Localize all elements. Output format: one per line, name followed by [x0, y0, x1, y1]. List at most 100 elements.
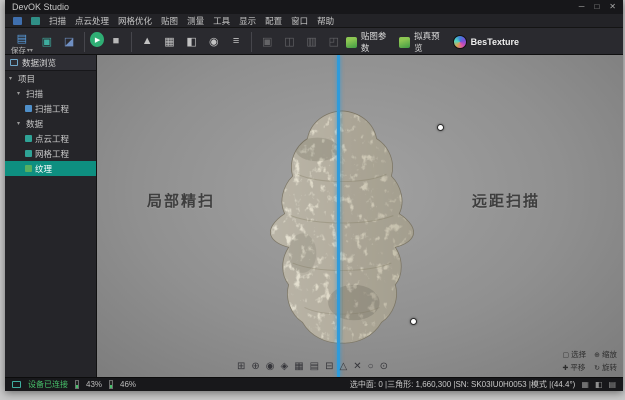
- disabled-tool-button: [257, 29, 277, 53]
- fill-holes-button[interactable]: [204, 29, 224, 53]
- disabled-tool-button: [302, 29, 322, 53]
- mesh-button[interactable]: [137, 29, 157, 53]
- quick-access-icon[interactable]: [31, 17, 40, 25]
- save-icon: [11, 29, 33, 47]
- menu-item[interactable]: 配置: [265, 15, 282, 27]
- menu-item[interactable]: 工具: [213, 15, 230, 27]
- tree-item-mesh-project[interactable]: 网格工程: [5, 146, 96, 161]
- right-scan-label: 远距扫描: [472, 190, 540, 211]
- viewport-tool-icon[interactable]: ⊟: [325, 361, 333, 373]
- smooth-button[interactable]: [226, 29, 246, 53]
- maximize-button[interactable]: □: [594, 0, 599, 14]
- menu-item[interactable]: 点云处理: [75, 15, 109, 27]
- viewport-tool-icon[interactable]: ▦: [294, 361, 303, 373]
- export-button[interactable]: [59, 29, 79, 53]
- menu-item[interactable]: 帮助: [317, 15, 334, 27]
- mesh-icon: [25, 150, 32, 157]
- close-button[interactable]: ✕: [609, 0, 616, 14]
- sidebar: 数据浏览 项目 扫描 扫描工程 数据 点云工程: [5, 55, 97, 377]
- grid-button[interactable]: [159, 29, 179, 53]
- expand-caret-icon[interactable]: [17, 90, 23, 97]
- scanned-model[interactable]: [263, 105, 421, 347]
- viewport-tool-icon[interactable]: ▤: [310, 361, 319, 373]
- control-point[interactable]: [437, 124, 444, 131]
- grid-status-icon[interactable]: ▦: [581, 380, 589, 389]
- start-scan-button[interactable]: [90, 32, 104, 47]
- window-controls: ─ □ ✕: [579, 0, 616, 14]
- menu-item[interactable]: 贴图: [161, 15, 178, 27]
- realistic-preview-icon: [399, 37, 410, 48]
- viewport-tool-icon[interactable]: ◈: [281, 361, 289, 373]
- nav-hint[interactable]: ▢ 选择: [563, 349, 587, 360]
- comparison-divider-line[interactable]: [337, 55, 340, 377]
- device-status: 设备已连接: [28, 379, 68, 390]
- tree-item-scan-project[interactable]: 扫描工程: [5, 101, 96, 116]
- nav-hint[interactable]: ✚ 平移: [563, 362, 587, 373]
- tree-item-project[interactable]: 项目: [5, 71, 96, 86]
- open-project-button[interactable]: [37, 29, 57, 53]
- data-browser-icon: [10, 59, 18, 66]
- texture-icon: [25, 165, 32, 172]
- app-logo-icon: [13, 17, 22, 25]
- nav-hint-icon: ▢: [563, 351, 570, 359]
- toolbar-separator: [131, 32, 132, 52]
- menubar: 扫描点云处理网格优化贴图测量工具显示配置窗口帮助: [5, 14, 623, 28]
- brand-bestexture[interactable]: BesTexture: [453, 35, 519, 49]
- nav-hint[interactable]: ⊕ 缩放: [594, 349, 617, 360]
- viewport-tool-icon[interactable]: ✕: [353, 361, 361, 373]
- tree-item-pointcloud-project[interactable]: 点云工程: [5, 131, 96, 146]
- toolbar-separator: [251, 32, 252, 52]
- expand-caret-icon[interactable]: [17, 120, 23, 127]
- toolbar-separator: [84, 32, 85, 52]
- nav-hint-icon: ✚: [563, 364, 569, 372]
- save-button[interactable]: 保存 ▾: [9, 29, 35, 55]
- control-point[interactable]: [410, 318, 417, 325]
- app-window: DevOK Studio ─ □ ✕ 扫描点云处理网格优化贴图测量工具显示配置窗…: [5, 0, 623, 391]
- texture-params-icon: [346, 37, 357, 48]
- expand-caret-icon[interactable]: [9, 75, 15, 82]
- nav-hint[interactable]: ↻ 旋转: [594, 362, 617, 373]
- window-title: DevOK Studio: [12, 2, 69, 12]
- temperature-2: 46%: [120, 380, 136, 389]
- 3d-viewport[interactable]: 局部精扫 远距扫描 ⊞ ⊕ ◉ ◈ ▦ ▤ ⊟ △ ✕ ○ ⊙ ▢ 选择 ⊕: [97, 55, 623, 377]
- nav-hints: ▢ 选择 ⊕ 缩放 ✚ 平移 ↻ 旋转: [563, 349, 618, 373]
- status-bar: 设备已连接 43% 46% 选中面: 0 |三角形: 1,660,300 |SN…: [5, 377, 623, 391]
- chevron-down-icon[interactable]: ▾: [27, 47, 33, 55]
- panel-status-icon[interactable]: ◧: [595, 380, 603, 389]
- menu-item[interactable]: 测量: [187, 15, 204, 27]
- temperature-1: 43%: [86, 380, 102, 389]
- menu-item[interactable]: 显示: [239, 15, 256, 27]
- model-stats: 选中面: 0 |三角形: 1,660,300 |SN: SK03IU0H0053…: [350, 379, 575, 390]
- list-status-icon[interactable]: ▤: [608, 380, 616, 389]
- menu-item[interactable]: 窗口: [291, 15, 308, 27]
- viewport-tool-icon[interactable]: ◉: [266, 361, 275, 373]
- viewport-tool-icon[interactable]: △: [340, 361, 348, 373]
- cut-button[interactable]: [182, 29, 202, 53]
- toolbar: 保存 ▾ 贴图参数 拟真预览: [5, 28, 623, 55]
- menu-item[interactable]: 网格优化: [118, 15, 152, 27]
- tree-item-data[interactable]: 数据: [5, 116, 96, 131]
- bestexture-logo-icon: [453, 35, 467, 49]
- sidebar-panel-header: 数据浏览: [5, 55, 96, 71]
- main-area: 数据浏览 项目 扫描 扫描工程 数据 点云工程: [5, 55, 623, 377]
- tree-item-texture[interactable]: 纹理: [5, 161, 96, 176]
- temperature-meter-icon: [75, 380, 79, 389]
- minimize-button[interactable]: ─: [579, 0, 585, 14]
- viewport-tool-icon[interactable]: ⊙: [380, 361, 388, 373]
- status-right-group: 选中面: 0 |三角形: 1,660,300 |SN: SK03IU0H0053…: [350, 379, 616, 390]
- viewport-tool-icon[interactable]: ○: [368, 361, 374, 373]
- left-scan-label: 局部精扫: [147, 190, 215, 211]
- device-icon: [12, 381, 21, 388]
- pointcloud-icon: [25, 135, 32, 142]
- nav-hint-icon: ↻: [594, 364, 600, 372]
- realistic-preview-button[interactable]: 拟真预览: [399, 30, 442, 54]
- stop-scan-button[interactable]: [106, 29, 126, 53]
- menu-item[interactable]: 扫描: [49, 15, 66, 27]
- viewport-tool-icon[interactable]: ⊞: [237, 361, 245, 373]
- scan-project-icon: [25, 105, 32, 112]
- nav-hint-icon: ⊕: [594, 351, 600, 359]
- disabled-tool-button: [324, 29, 344, 53]
- tree-item-scan[interactable]: 扫描: [5, 86, 96, 101]
- texture-params-button[interactable]: 贴图参数: [346, 30, 389, 54]
- viewport-tool-icon[interactable]: ⊕: [251, 361, 259, 373]
